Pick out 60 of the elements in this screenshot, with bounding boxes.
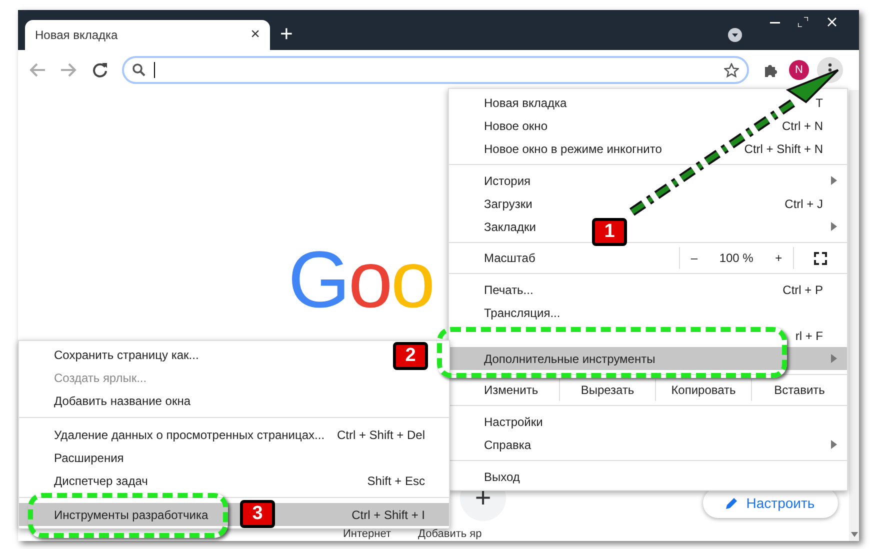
edit-action-button[interactable]: Копировать: [655, 379, 751, 401]
zoom-label: Масштаб: [483, 250, 536, 267]
shortcut-text: Shift + Esc: [367, 472, 425, 490]
menu-item[interactable]: Добавить название окна: [54, 392, 191, 410]
menu-item[interactable]: История: [484, 172, 531, 190]
google-logo: Goo: [288, 240, 434, 320]
edit-action-button[interactable]: Вырезать: [559, 379, 655, 401]
menu-item[interactable]: Новое окно в режиме инкогнито: [484, 140, 662, 158]
zoom-out-button[interactable]: –: [690, 249, 698, 267]
pencil-icon: [726, 497, 738, 509]
tab-close-button[interactable]: ×: [250, 23, 260, 47]
scrollbar[interactable]: [849, 90, 859, 541]
browser-tab[interactable]: Новая вкладка ×: [25, 20, 270, 50]
star-icon[interactable]: [724, 62, 739, 78]
menu-item[interactable]: Загрузки: [484, 194, 532, 212]
menu-item[interactable]: Трансляция...: [484, 304, 560, 322]
text-cursor: [154, 62, 155, 78]
edit-label: Изменить: [483, 382, 540, 399]
edit-action-button[interactable]: Вставить: [751, 379, 847, 401]
menu-item[interactable]: Настройки: [484, 412, 543, 430]
puzzle-icon[interactable]: [763, 62, 779, 78]
menu-item[interactable]: Справка: [484, 436, 532, 454]
menu-item[interactable]: Диспетчер задач: [54, 472, 148, 490]
menu-item[interactable]: Печать...: [484, 280, 534, 298]
shortcut-text: Ctrl + N: [782, 118, 823, 134]
menu-item[interactable]: Инструменты разработчика: [54, 506, 208, 524]
tab-title: Новая вкладка: [35, 27, 118, 44]
profile-avatar[interactable]: N: [789, 60, 809, 80]
step-badge: 3: [240, 500, 275, 528]
menu-item[interactable]: Расширения: [54, 448, 124, 466]
reload-icon[interactable]: [92, 62, 108, 78]
customize-button[interactable]: Настроить: [703, 488, 838, 518]
search-icon: [132, 63, 146, 77]
shortcut-text: Ctrl + J: [784, 196, 823, 212]
menu-item-highlight[interactable]: Дополнительные инструменты: [449, 347, 847, 370]
shortcut-text: T: [816, 94, 823, 112]
shortcut-text: rl + F: [795, 328, 823, 344]
shortcut-label: Добавить яр: [418, 528, 482, 540]
fullscreen-icon[interactable]: [814, 252, 827, 264]
menu-item[interactable]: Сохранить страницу как...: [54, 346, 199, 364]
menu-item[interactable]: Удаление данных о просмотренных страницах...: [54, 426, 325, 444]
menu-item[interactable]: Новая вкладка: [484, 94, 567, 112]
shortcut-text: Ctrl + Shift + N: [744, 140, 823, 158]
menu-item[interactable]: Закладки: [484, 218, 536, 236]
profile-dropdown-icon[interactable]: [728, 28, 742, 42]
shortcut-text: Ctrl + Shift + Del: [336, 426, 425, 444]
new-tab-button[interactable]: +: [280, 23, 293, 45]
zoom-value: 100 %: [719, 250, 754, 267]
shortcut-label: Интернет: [343, 528, 391, 540]
minimize-icon[interactable]: [770, 22, 780, 24]
step-badge: 1: [592, 218, 627, 246]
maximize-icon[interactable]: [798, 17, 808, 27]
menu-item[interactable]: Новое окно: [484, 116, 548, 134]
scroll-down-icon[interactable]: [850, 532, 858, 537]
shortcut-text: Ctrl + Shift + I: [352, 506, 425, 524]
shortcut-text: Ctrl + P: [782, 282, 823, 298]
step-badge: 2: [393, 342, 428, 370]
close-icon[interactable]: [827, 17, 837, 27]
menu-item[interactable]: Дополнительные инструменты: [484, 350, 656, 368]
zoom-in-button[interactable]: +: [775, 249, 782, 267]
